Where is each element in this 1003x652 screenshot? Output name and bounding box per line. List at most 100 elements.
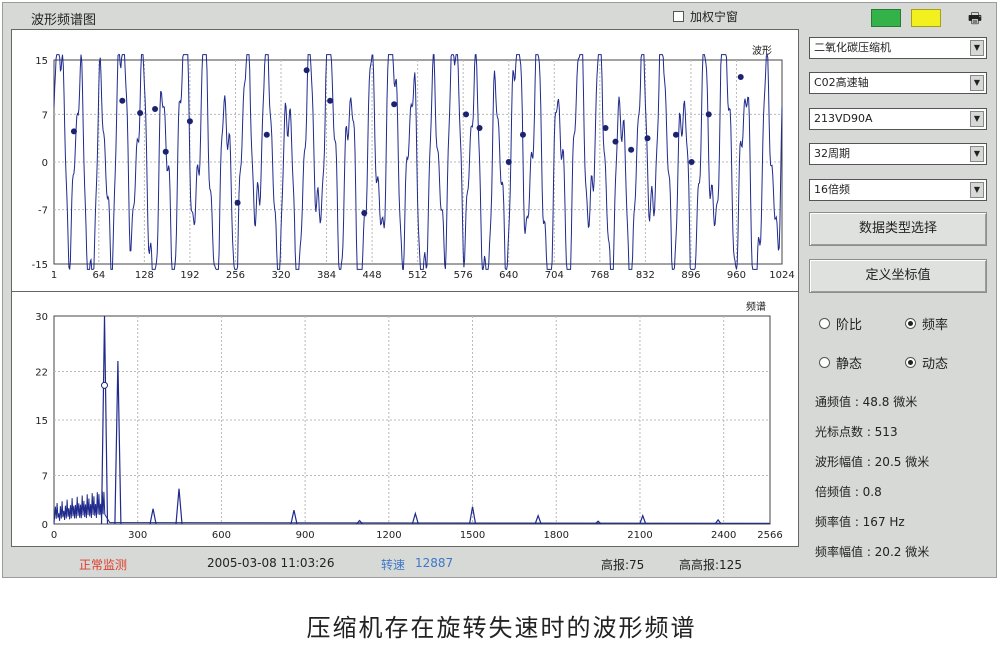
select-unit[interactable]: 二氧化碳压缩机 ▼ <box>809 37 987 59</box>
waveform-marker-point <box>263 131 270 138</box>
green-status-button[interactable] <box>871 9 901 27</box>
select-measuring-point[interactable]: 213VD90A ▼ <box>809 108 987 130</box>
spectrum-y-tick-label: 7 <box>42 471 48 482</box>
waveform-chart: 1 64 128 192 256 320 384 448 512 576 640 704 768 832 8… <box>32 44 795 281</box>
select-period-value: 32周期 <box>814 147 850 160</box>
waveform-marker-point <box>463 111 470 118</box>
spectrum-chart: 0 300 600 900 1200 1500 1800 2100 2400 2566 30 22 15… <box>35 300 782 541</box>
waveform-x-tick-label: 832 <box>636 270 655 281</box>
spectrum-x-tick-label: 1200 <box>376 530 401 541</box>
select-shaft[interactable]: C02高速轴 ▼ <box>809 72 987 94</box>
waveform-x-tick-label: 384 <box>317 270 336 281</box>
radio-order[interactable]: 阶比 <box>819 314 862 333</box>
info-harmonic-value: 倍频值 : 0.8 <box>815 485 882 499</box>
status-high-alarm: 高报:75 <box>601 558 645 572</box>
select-shaft-value: C02高速轴 <box>814 76 869 89</box>
spectrum-cursor-marker <box>101 381 109 389</box>
spectrum-x-tick-label: 600 <box>212 530 231 541</box>
waveform-y-tick-label: 0 <box>42 158 48 169</box>
radio-order-dot[interactable] <box>819 318 830 329</box>
waveform-y-tick-label: -7 <box>38 206 48 217</box>
waveform-y-tick-label: -15 <box>32 260 48 271</box>
control-panel: 二氧化碳压缩机 ▼ C02高速轴 ▼ 213VD90A ▼ 32周期 ▼ 16倍… <box>809 31 993 573</box>
waveform-marker-point <box>303 67 310 74</box>
spectrum-x-tick-label: 2566 <box>757 530 782 541</box>
waveform-x-tick-label: 1 <box>51 270 57 281</box>
chevron-down-icon[interactable]: ▼ <box>970 146 984 162</box>
info-cursor-points: 光标点数 : 513 <box>815 425 898 439</box>
waveform-marker-point <box>688 159 695 165</box>
waveform-x-tick-label: 128 <box>135 270 154 281</box>
spectrum-window: 波形频谱图 加权宁窗 🖶 1 64 128 192 256 320 384 448 512 576… <box>2 2 997 578</box>
radio-dynamic-dot[interactable] <box>905 357 916 368</box>
checkbox-label: 加权宁窗 <box>690 10 739 24</box>
waveform-plot: 1 64 128 192 256 320 384 448 512 576 640 704 768 832 8… <box>11 29 799 293</box>
window-checkbox[interactable]: 加权宁窗 <box>673 8 738 25</box>
spectrum-x-tick-label: 0 <box>51 530 57 541</box>
waveform-marker-point <box>186 118 193 125</box>
radio-frequency[interactable]: 频率 <box>905 314 948 333</box>
radio-dynamic-label: 动态 <box>922 357 949 372</box>
radio-static[interactable]: 静态 <box>819 353 862 372</box>
spectrum-x-tick-label: 2400 <box>711 530 736 541</box>
spectrum-x-tick-label: 2100 <box>627 530 652 541</box>
waveform-x-tick-label: 512 <box>408 270 427 281</box>
waveform-marker-point <box>612 138 619 145</box>
waveform-marker-point <box>505 159 512 165</box>
status-speed-label: 转速 <box>381 558 406 572</box>
waveform-marker-point <box>152 105 159 112</box>
radio-dynamic[interactable]: 动态 <box>905 353 948 372</box>
waveform-marker-point <box>137 110 144 117</box>
spectrum-x-tick-label: 1800 <box>544 530 569 541</box>
yellow-status-button[interactable] <box>911 9 941 27</box>
waveform-marker-point <box>327 97 334 104</box>
spectrum-y-tick-label: 22 <box>35 367 48 378</box>
radio-frequency-dot[interactable] <box>905 318 916 329</box>
figure-caption: 压缩机存在旋转失速时的波形频谱 <box>306 614 697 642</box>
info-overall-value: 通频值 : 48.8 微米 <box>815 395 918 409</box>
chevron-down-icon[interactable]: ▼ <box>970 111 984 127</box>
spectrum-series-label: 频谱 <box>746 300 766 313</box>
info-frequency-amplitude: 频率幅值 : 20.2 微米 <box>815 545 930 559</box>
waveform-series-label: 波形 <box>752 44 772 57</box>
waveform-y-tick-label: 15 <box>35 56 48 67</box>
waveform-x-tick-label: 192 <box>180 270 199 281</box>
title-bar: 波形频谱图 加权宁窗 🖶 <box>3 3 996 31</box>
data-type-button[interactable]: 数据类型选择 <box>809 212 987 246</box>
waveform-marker-point <box>602 125 609 131</box>
spectrum-y-tick-label: 0 <box>42 520 48 531</box>
window-title: 波形频谱图 <box>31 13 97 28</box>
chevron-down-icon[interactable]: ▼ <box>970 75 984 91</box>
waveform-marker-point <box>476 125 483 131</box>
select-period[interactable]: 32周期 ▼ <box>809 143 987 165</box>
select-unit-value: 二氧化碳压缩机 <box>814 41 891 54</box>
radio-frequency-label: 频率 <box>922 318 949 333</box>
spectrum-y-tick-label: 15 <box>35 416 48 427</box>
radio-order-label: 阶比 <box>836 318 863 333</box>
define-coords-button[interactable]: 定义坐标值 <box>809 259 987 293</box>
waveform-marker-point <box>119 97 126 104</box>
chevron-down-icon[interactable]: ▼ <box>970 40 984 56</box>
waveform-x-tick-label: 960 <box>727 270 746 281</box>
waveform-marker-point <box>391 101 398 108</box>
info-frequency-value: 频率值 : 167 Hz <box>815 515 905 529</box>
waveform-marker-point <box>361 210 368 216</box>
checkbox-box[interactable] <box>673 11 684 22</box>
waveform-marker-point <box>234 199 241 206</box>
spectrum-x-tick-label: 900 <box>296 530 315 541</box>
printer-icon[interactable]: 🖶 <box>965 9 985 27</box>
radio-static-dot[interactable] <box>819 357 830 368</box>
spectrum-y-tick-label: 30 <box>35 312 48 323</box>
waveform-marker-point <box>70 128 77 135</box>
status-datetime: 2005-03-08 11:03:26 <box>207 556 335 570</box>
waveform-marker-point <box>672 131 679 138</box>
waveform-x-tick-label: 704 <box>545 270 564 281</box>
info-wave-amplitude: 波形幅值 : 20.5 微米 <box>815 455 930 469</box>
spectrum-x-tick-label: 300 <box>128 530 147 541</box>
chevron-down-icon[interactable]: ▼ <box>970 182 984 198</box>
spectrum-x-tick-label: 1500 <box>460 530 485 541</box>
select-harmonic[interactable]: 16倍频 ▼ <box>809 179 987 201</box>
status-speed-value: 12887 <box>415 556 454 570</box>
waveform-x-tick-label: 64 <box>92 270 105 281</box>
waveform-x-tick-label: 768 <box>590 270 609 281</box>
